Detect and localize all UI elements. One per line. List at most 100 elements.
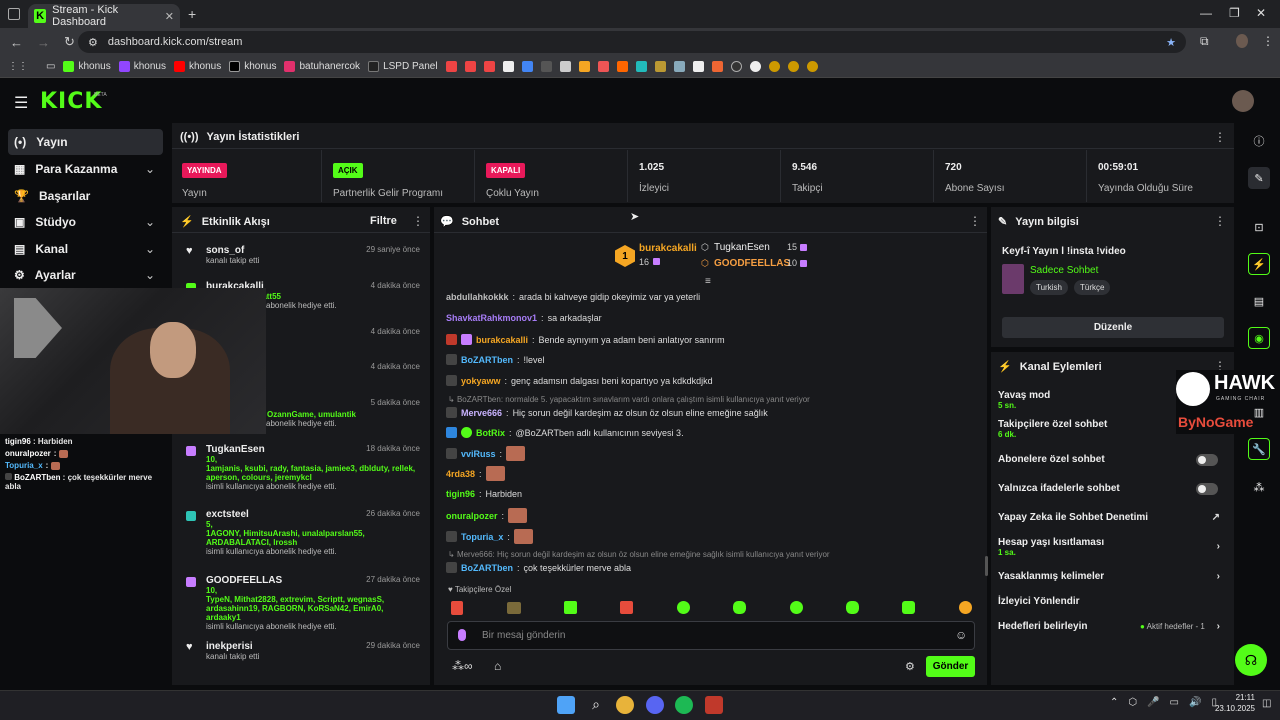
emote-icon[interactable] (564, 601, 577, 614)
lightning-icon[interactable]: ⚡ (1248, 253, 1270, 275)
nav-basarilar[interactable]: 🏆 Başarılar (8, 183, 163, 209)
user-avatar[interactable] (1232, 90, 1254, 112)
connections-icon[interactable]: ⁂ (1248, 476, 1270, 498)
edit-stream-button[interactable]: Düzenle (1002, 317, 1224, 338)
bookmark-icon[interactable] (654, 61, 666, 72)
edit-icon[interactable]: ✎ (1248, 167, 1270, 189)
tag-chip[interactable]: Türkçe (1074, 280, 1111, 295)
filter-button[interactable]: Filtre (370, 215, 397, 227)
bookmark-icon[interactable] (559, 61, 571, 72)
site-info-icon[interactable]: ⚙ (88, 36, 98, 49)
tab-close-icon[interactable]: ✕ (165, 10, 174, 23)
discord-icon[interactable] (646, 696, 664, 714)
start-icon[interactable] (557, 696, 575, 714)
bookmark-icon[interactable] (673, 61, 685, 72)
bookmark-star-icon[interactable]: ★ (1166, 36, 1176, 49)
emote-icon[interactable] (507, 602, 521, 614)
layout-icon[interactable]: ▥ (1248, 401, 1270, 423)
bookmark-icon[interactable] (730, 61, 742, 72)
bookmark-icon[interactable] (597, 61, 609, 72)
close-window-icon[interactable]: ✕ (1256, 6, 1266, 20)
bookmark-icon[interactable] (616, 61, 628, 72)
bookmark-instagram[interactable]: batuhanercok (284, 61, 360, 72)
ai-moderation-row[interactable]: Yapay Zeka ile Sohbet Denetimi ↗ (998, 512, 1228, 523)
new-tab-button[interactable]: + (188, 6, 196, 22)
emote-icon[interactable] (846, 601, 859, 614)
subscribers-only-row[interactable]: Abonelere özel sohbet (998, 454, 1228, 466)
send-button[interactable]: Gönder (926, 656, 975, 677)
chrome-icon[interactable] (616, 696, 634, 714)
nav-yayin[interactable]: (•) Yayın (8, 129, 163, 155)
banned-words-row[interactable]: Yasaklanmış kelimeler › (998, 571, 1228, 582)
browser-menu-icon[interactable]: ⋮ (1262, 34, 1274, 48)
subscribers-only-toggle[interactable] (1196, 454, 1218, 466)
emote-icon[interactable] (677, 601, 690, 614)
apps-icon[interactable]: ⋮⋮ (8, 61, 28, 72)
nav-kanal[interactable]: ▤ Kanal ⌄ (8, 236, 163, 262)
stream-info-more-icon[interactable]: ⋮ (1214, 214, 1226, 228)
back-icon[interactable]: ← (10, 35, 23, 50)
emote-icon[interactable] (959, 601, 972, 614)
search-icon[interactable]: ⌕ (587, 696, 605, 714)
url-field[interactable]: ⚙ dashboard.kick.com/stream ★ (78, 31, 1186, 53)
profile-icon[interactable] (1236, 34, 1248, 48)
nav-studyo[interactable]: ▣ Stüdyo ⌄ (8, 209, 163, 235)
goals-row[interactable]: Hedefleri belirleyin ● Aktif hedefler - 1… (998, 621, 1228, 632)
store-icon[interactable]: ⌂ (494, 659, 501, 673)
nav-ayarlar[interactable]: ⚙ Ayarlar ⌄ (8, 262, 163, 288)
emote-only-toggle[interactable] (1196, 483, 1218, 495)
chat-more-icon[interactable]: ⋮ (969, 214, 981, 228)
emote-icon[interactable] (902, 601, 915, 614)
bookmark-icon[interactable] (521, 61, 533, 72)
top-gifter-name[interactable]: burakcakalli (639, 243, 697, 254)
bookmark-lspd[interactable]: LSPD Panel (368, 61, 438, 72)
account-age-row[interactable]: Hesap yaşı kısıtlaması 1 sa. › (998, 537, 1228, 557)
forward-icon[interactable]: → (37, 35, 50, 50)
category-link[interactable]: Sadece Sohbet (1030, 265, 1098, 276)
expand-icon[interactable]: ≡ (705, 276, 711, 287)
bookmark-icon[interactable] (749, 61, 761, 72)
tab-actions-icon[interactable] (8, 8, 20, 20)
info-icon[interactable]: ⓘ (1248, 130, 1270, 152)
crop-icon[interactable]: ⊡ (1248, 216, 1270, 238)
spotify-icon[interactable] (675, 696, 693, 714)
gmail-icon[interactable] (483, 61, 495, 72)
nav-para-kazanma[interactable]: ▦ Para Kazanma ⌄ (8, 156, 163, 182)
emote-icon[interactable] (451, 601, 463, 615)
gmail-icon[interactable] (445, 61, 457, 72)
document-icon[interactable]: ▤ (1248, 290, 1270, 312)
bookmark-khonus-twitch[interactable]: khonus (118, 61, 166, 72)
raid-row[interactable]: İzleyici Yönlendir (998, 596, 1228, 607)
bookmark-icon[interactable] (806, 61, 818, 72)
bookmark-icon[interactable] (502, 61, 514, 72)
bookmark-khonus-x[interactable]: khonus (229, 61, 276, 72)
stats-more-icon[interactable]: ⋮ (1214, 130, 1226, 144)
emote-icon[interactable] (620, 601, 633, 614)
notification-icon[interactable]: ◫ (1262, 698, 1271, 709)
wrench-icon[interactable]: 🔧 (1248, 438, 1270, 460)
chat-scrollbar[interactable] (985, 556, 988, 576)
reload-icon[interactable]: ↻ (64, 34, 75, 50)
gifter-name[interactable]: GOODFEELLAS (714, 258, 790, 269)
browser-tab[interactable]: K Stream - Kick Dashboard ✕ (28, 4, 180, 28)
minimize-icon[interactable]: — (1200, 6, 1212, 20)
gmail-icon[interactable] (464, 61, 476, 72)
bookmark-icon[interactable] (540, 61, 552, 72)
chat-input[interactable]: Bir mesaj gönderin ☺ (447, 621, 975, 650)
bookmark-icon[interactable] (787, 61, 799, 72)
menu-icon[interactable]: ☰ (14, 93, 28, 113)
feed-more-icon[interactable]: ⋮ (412, 214, 424, 228)
gifter-name[interactable]: TugkanEsen (714, 242, 770, 253)
app-icon[interactable] (705, 696, 723, 714)
tag-chip[interactable]: Turkish (1030, 280, 1068, 295)
support-icon[interactable]: ☊ (1235, 644, 1267, 676)
chat-icon[interactable]: ◉ (1248, 327, 1270, 349)
bookmark-icon[interactable] (692, 61, 704, 72)
emote-icon[interactable] (733, 601, 746, 614)
category-thumbnail[interactable] (1002, 264, 1024, 294)
microphone-icon[interactable] (458, 629, 466, 641)
emote-only-row[interactable]: Yalnızca ifadelerle sohbet (998, 483, 1228, 495)
connections-icon[interactable]: ⁂∞ (452, 659, 473, 673)
bookmark-icon[interactable] (768, 61, 780, 72)
folder-icon[interactable]: ▭ (46, 61, 55, 72)
